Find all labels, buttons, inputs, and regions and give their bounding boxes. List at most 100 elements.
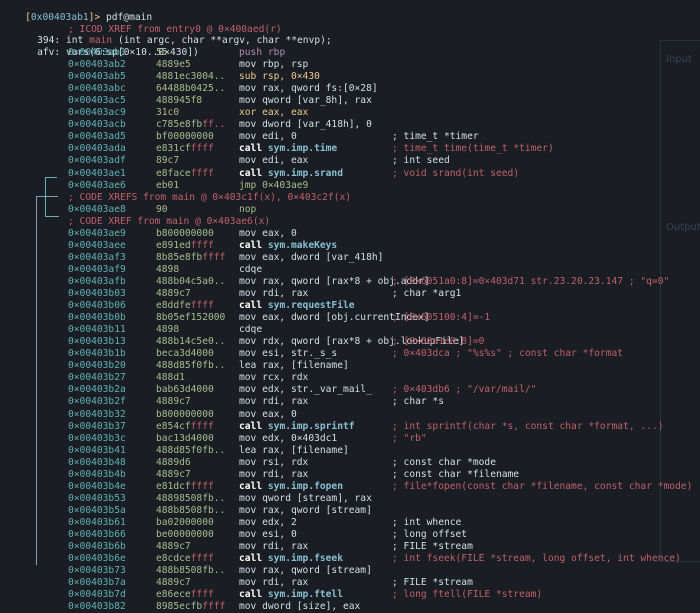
instr-mnemonic: mov rax, qword [stream] — [239, 565, 372, 577]
instr-bytes: 90 — [156, 203, 168, 215]
instr-bytes: 488d85f0fb.. — [156, 360, 226, 372]
instr-address: 0×00403b03 — [68, 288, 126, 299]
instr-bytes: 64488b0425.. — [156, 83, 226, 95]
instr-address: 0×00403b6b — [68, 541, 126, 553]
instr-mnemonic: mov edx, 2 — [239, 516, 297, 528]
instr-bytes: 48898508fb.. — [156, 492, 226, 504]
instr-bytes: 4898 — [156, 324, 180, 336]
instr-bytes: e8ddfeffff — [156, 300, 214, 312]
instr-address: 0×00403ae8 — [68, 203, 126, 215]
instr-comment: ; FILE *stream — [392, 541, 473, 553]
instr-bytes: 4881ec3004.. — [156, 71, 226, 83]
instr-address: 0×00403b4b — [68, 468, 126, 480]
instr-address: 0×00403ae9 — [68, 227, 126, 239]
instr-mnemonic: mov rax, qword [stream] — [239, 504, 372, 516]
instr-comment: ; time_t *timer — [392, 131, 479, 143]
instr-comment: ; int fseek(FILE *stream, long offset, i… — [392, 553, 681, 565]
instr-mnemonic: mov dword [size], eax — [239, 601, 361, 613]
instr-address: 0×00403b61 — [68, 516, 126, 528]
instr-address: 0×00403ab5 — [68, 71, 126, 83]
instr-bytes: bab63d4000 — [156, 384, 214, 396]
instr-bytes: 488b14c5e0.. — [156, 336, 226, 348]
instr-bytes: e8cdceffff — [156, 553, 214, 565]
loop-arrow-line — [36, 196, 37, 565]
instr-mnemonic: mov dword [var_418h], 0 — [239, 119, 372, 131]
instr-comment: ; void srand(int seed) — [392, 167, 520, 179]
instr-address: 0×00403b1b — [68, 348, 126, 360]
instr-address: 0×00403aee — [68, 239, 126, 251]
instr-mnemonic: mov rdi, rax — [239, 577, 309, 589]
instr-comment: ; const char *mode — [392, 456, 496, 468]
instr-comment: ; [0×6051a0:8]=0×403d71 str.23.20.23.147… — [392, 275, 670, 287]
instr-address: 0×00403b73 — [68, 565, 126, 577]
instr-mnemonic: mov eax, 0 — [239, 408, 297, 420]
instr-mnemonic: mov qword [var_8h], rax — [239, 95, 372, 107]
instr-mnemonic: mov rdi, rax — [239, 468, 309, 480]
instr-comment: ; FILE *stream — [392, 577, 473, 589]
instr-bytes: eb01 — [156, 179, 180, 191]
instr-comment: ; "rb" — [392, 432, 427, 444]
instr-address: 0×00403b37 — [68, 420, 126, 432]
instr-bytes: 488945f8 — [156, 95, 203, 107]
instr-bytes: 89c7 — [156, 155, 180, 167]
instr-address: 0×00403b5a — [68, 504, 126, 516]
instr-mnemonic: cdqe — [239, 324, 263, 336]
instr-mnemonic: call sym.imp.sprintf — [239, 420, 355, 432]
prompt-address: 0x00403ab1 — [30, 12, 89, 23]
instr-mnemonic: call sym.imp.fopen — [239, 480, 343, 492]
instr-bytes: 4898 — [156, 263, 180, 275]
instr-address: 0×00403abc — [68, 83, 126, 95]
instr-address: 0×00403b2f — [68, 396, 126, 408]
prompt-command: pdf@main — [105, 12, 153, 23]
instr-mnemonic: call sym.imp.ftell — [239, 589, 343, 601]
instr-mnemonic: call sym.imp.srand — [239, 167, 343, 179]
instr-address: 0×00403af3 — [68, 251, 126, 263]
instr-bytes: e831cfffff — [156, 143, 214, 155]
instr-mnemonic: call sym.imp.fseek — [239, 553, 343, 565]
instr-address: 0×00403b20 — [68, 360, 126, 372]
instr-bytes: 488b8508fb.. — [156, 565, 226, 577]
instr-address: 0×00403ad5 — [68, 131, 126, 143]
instr-comment: ; int seed — [392, 155, 450, 167]
instr-address: 0×00403b2a — [68, 384, 126, 396]
instr-address: 0×00403b3c — [68, 432, 126, 444]
instr-address: 0×00403b11 — [68, 324, 126, 336]
instr-comment: ; file*fopen(const char *filename, const… — [392, 480, 693, 492]
instr-bytes: bac13d4000 — [156, 432, 214, 444]
instr-bytes: e891edffff — [156, 239, 214, 251]
instr-comment: ; long offset — [392, 529, 468, 540]
instr-mnemonic: mov rdi, rax — [239, 541, 309, 553]
instr-mnemonic: xor eax, eax — [239, 107, 309, 119]
instr-comment: ; char *arg1 — [392, 288, 462, 299]
instr-address: 0×00403ada — [68, 143, 126, 155]
instr-bytes: 4889c7 — [156, 541, 191, 553]
instr-mnemonic: mov rsi, rdx — [239, 456, 309, 468]
instr-bytes: be00000000 — [156, 529, 214, 540]
instr-bytes: 8b85e8fbffff — [156, 251, 226, 263]
instr-mnemonic: call sym.imp.time — [239, 143, 338, 155]
instr-mnemonic: mov qword [stream], rax — [239, 492, 372, 504]
instr-bytes: 4889e5 — [156, 59, 191, 71]
instr-comment: ; long ftell(FILE *stream) — [392, 589, 543, 601]
instr-bytes: 488d1 — [156, 372, 185, 384]
instr-address: 0×00403afb — [68, 275, 126, 287]
instr-address: 0×00403b27 — [68, 372, 126, 384]
instr-address: 0×00403ae1 — [68, 167, 126, 179]
instr-bytes: beca3d4000 — [156, 348, 214, 360]
prompt-line: [0x00403ab1]> pdf@main — [25, 12, 153, 23]
instr-bytes: bf00000000 — [156, 131, 214, 143]
instr-address: 0×00403b66 — [68, 529, 126, 540]
instr-address: 0×00403b32 — [68, 408, 126, 420]
instr-mnemonic: sub rsp, 0×430 — [239, 71, 320, 83]
instr-bytes: b800000000 — [156, 227, 214, 239]
instr-mnemonic: lea rax, [filename] — [239, 444, 349, 456]
jump-arrow-h1 — [45, 177, 57, 178]
instr-bytes: 31c0 — [156, 107, 180, 119]
instr-bytes: 4889c7 — [156, 468, 191, 480]
instr-comment: ; 0×403db6 ; "/var/mail/" — [392, 384, 537, 396]
instr-address: 0×00403ab1 — [68, 47, 126, 58]
instr-address: 0×00403b6e — [68, 553, 126, 565]
instr-mnemonic: mov rax, qword fs:[0×28] — [239, 83, 378, 95]
instr-mnemonic: call sym.makeKeys — [239, 239, 338, 251]
instr-address: 0×00403b06 — [68, 300, 126, 312]
